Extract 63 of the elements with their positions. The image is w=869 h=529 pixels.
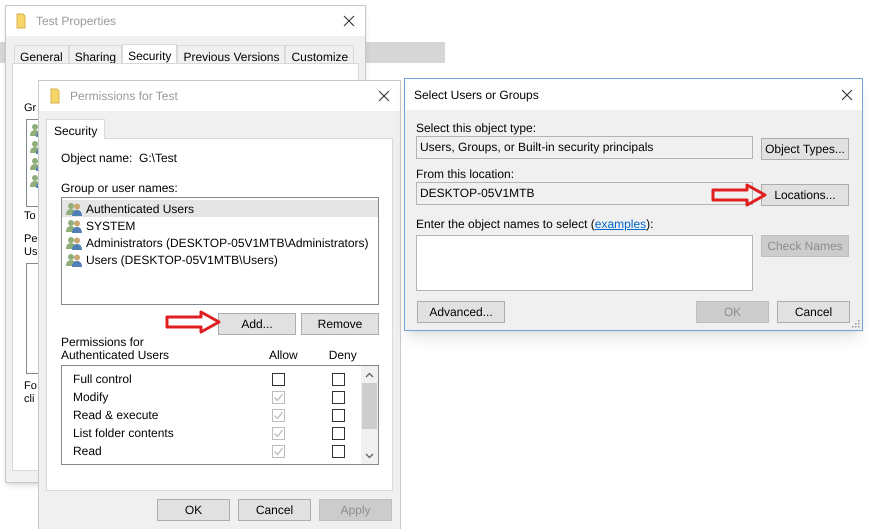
button[interactable]: Object Types... bbox=[761, 138, 849, 160]
window-title: Permissions for Test bbox=[70, 88, 178, 105]
close-icon bbox=[343, 15, 355, 27]
button[interactable]: OK bbox=[157, 499, 230, 521]
list-item[interactable]: Administrators (DESKTOP-05V1MTB\Administrators) bbox=[62, 234, 378, 251]
list-item[interactable]: Users (DESKTOP-05V1MTB\Users) bbox=[62, 251, 378, 268]
checkbox[interactable] bbox=[332, 372, 345, 386]
label: Select this object type: bbox=[416, 121, 536, 136]
label: Us bbox=[24, 246, 38, 259]
label: cli bbox=[24, 393, 34, 406]
tab[interactable]: Security bbox=[122, 44, 178, 64]
folder-icon bbox=[50, 88, 62, 104]
button[interactable]: Remove bbox=[301, 313, 379, 335]
label: Group or user names: bbox=[61, 181, 178, 195]
button[interactable]: Cancel bbox=[238, 499, 311, 521]
tab[interactable]: Previous Versions bbox=[177, 45, 286, 63]
checkbox[interactable] bbox=[272, 372, 285, 386]
column-header: Allow bbox=[269, 349, 298, 362]
scrollbar[interactable] bbox=[361, 366, 378, 464]
button[interactable]: Advanced... bbox=[417, 301, 505, 323]
button[interactable]: Add... bbox=[218, 313, 296, 335]
list-item[interactable]: Authenticated Users bbox=[62, 200, 378, 217]
checkbox[interactable] bbox=[332, 444, 345, 458]
users-icon bbox=[66, 218, 83, 232]
tab[interactable]: General bbox=[14, 45, 69, 63]
text-area[interactable] bbox=[416, 235, 753, 291]
examples-link[interactable]: examples bbox=[594, 217, 646, 231]
column-header: Deny bbox=[328, 349, 357, 362]
users-icon bbox=[66, 252, 83, 266]
label: Gr bbox=[24, 102, 36, 115]
label: Fo bbox=[24, 380, 37, 393]
permission-name: Read & execute bbox=[73, 407, 160, 424]
tab[interactable]: Customize bbox=[285, 45, 354, 63]
users-icon bbox=[66, 202, 83, 216]
close-icon bbox=[841, 88, 853, 100]
checkbox[interactable] bbox=[332, 426, 345, 440]
list-item[interactable]: SYSTEM bbox=[62, 217, 378, 234]
users-icon bbox=[66, 236, 83, 250]
window-title: Select Users or Groups bbox=[414, 86, 539, 104]
scrollbar-thumb[interactable] bbox=[362, 383, 377, 429]
label: To bbox=[24, 210, 36, 223]
arrow-drawing bbox=[711, 183, 767, 207]
label: Permissions for Authenticated Users bbox=[61, 336, 170, 362]
arrow-drawing bbox=[165, 310, 221, 334]
window-title: Test Properties bbox=[36, 13, 116, 30]
button[interactable]: Cancel bbox=[777, 301, 850, 323]
close-icon bbox=[378, 90, 390, 102]
checkbox[interactable] bbox=[332, 408, 345, 422]
value-text: G:\Test bbox=[139, 151, 178, 165]
checkbox[interactable] bbox=[332, 390, 345, 404]
tab[interactable]: Sharing bbox=[68, 45, 122, 63]
label: From this location: bbox=[416, 167, 514, 182]
resize-grip-icon bbox=[851, 319, 860, 328]
permission-name: Read bbox=[73, 443, 103, 460]
button[interactable]: Locations... bbox=[761, 184, 849, 206]
label: Enter the object names to select (examples): bbox=[416, 217, 654, 232]
folder-icon bbox=[16, 13, 28, 29]
permission-name: Full control bbox=[73, 371, 133, 388]
permission-name: List folder contents bbox=[73, 425, 175, 442]
label: Pe bbox=[24, 233, 38, 246]
label: Object name: bbox=[61, 151, 134, 165]
tab[interactable]: Security bbox=[46, 119, 106, 139]
permission-name: Modify bbox=[73, 389, 110, 406]
